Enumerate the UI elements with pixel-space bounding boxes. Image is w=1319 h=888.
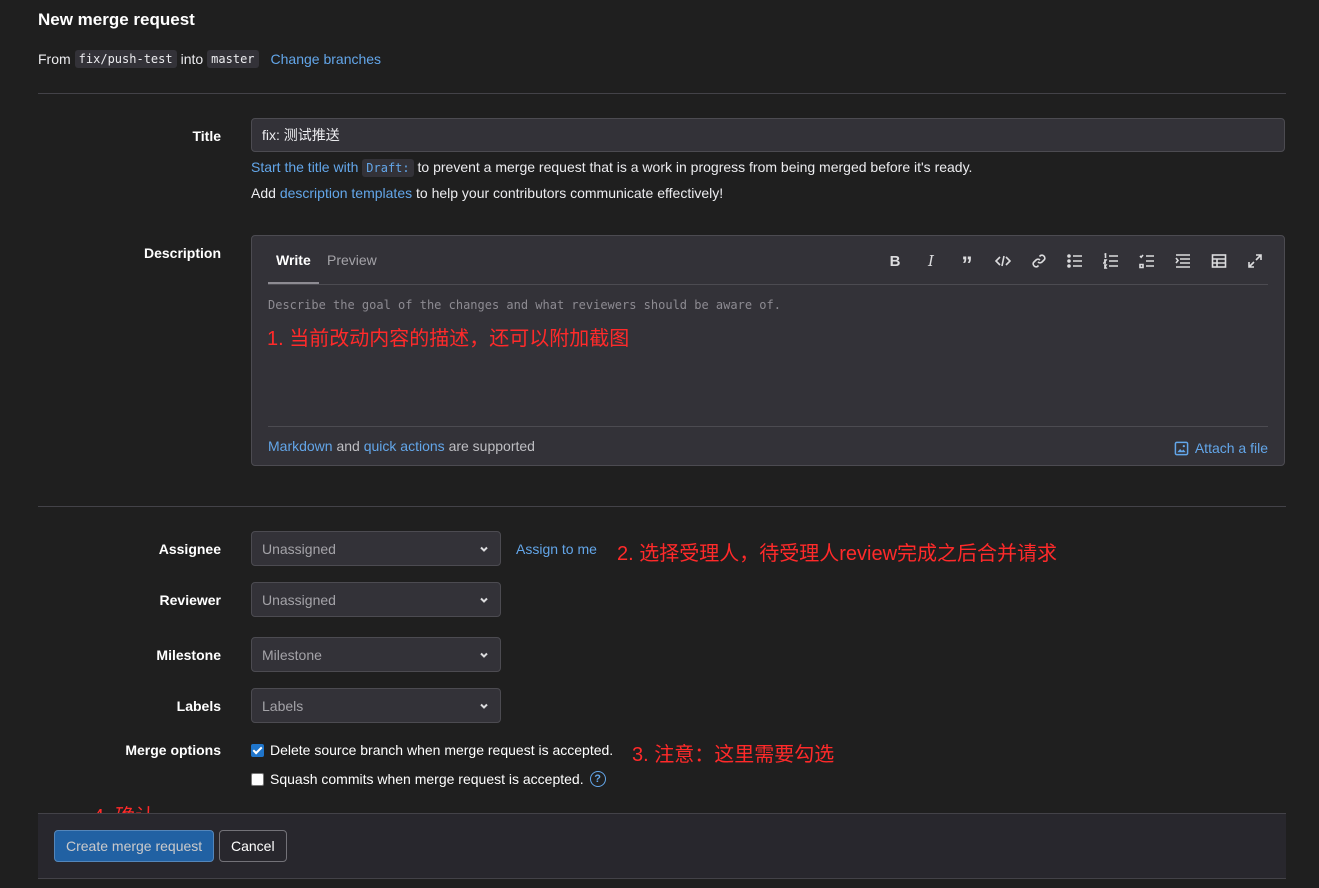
chevron-down-icon xyxy=(480,597,488,603)
labels-label: Labels xyxy=(176,698,221,714)
delete-source-checkbox[interactable] xyxy=(251,743,264,757)
description-templates-link[interactable]: description templates xyxy=(280,185,412,201)
draft-code: Draft: xyxy=(362,159,414,177)
assignee-value: Unassigned xyxy=(262,540,336,557)
from-label: From xyxy=(38,51,71,67)
footer-divider xyxy=(268,426,1268,427)
markdown-link[interactable]: Markdown xyxy=(268,438,333,454)
milestone-dropdown[interactable]: Milestone xyxy=(251,637,501,672)
tab-write[interactable]: Write xyxy=(276,252,311,268)
description-label: Description xyxy=(143,245,221,261)
target-branch: master xyxy=(207,50,259,68)
templates-prefix: Add xyxy=(251,185,276,201)
quote-icon[interactable]: ” xyxy=(955,250,979,276)
form-actions: Create merge request Cancel xyxy=(38,813,1286,879)
table-icon[interactable] xyxy=(1207,250,1231,272)
markdown-and: and xyxy=(336,438,360,454)
squash-text: Squash commits when merge request is acc… xyxy=(270,771,584,787)
change-branches-link[interactable]: Change branches xyxy=(271,51,382,67)
chevron-down-icon xyxy=(480,703,488,709)
italic-icon[interactable]: I xyxy=(919,250,943,272)
squash-option: Squash commits when merge request is acc… xyxy=(251,771,606,787)
delete-source-text: Delete source branch when merge request … xyxy=(270,742,614,758)
squash-checkbox[interactable] xyxy=(251,772,264,786)
into-label: into xyxy=(180,51,204,67)
quick-actions-link[interactable]: quick actions xyxy=(364,438,445,454)
labels-dropdown[interactable]: Labels xyxy=(251,688,501,723)
draft-help: Start the title with Draft: to prevent a… xyxy=(251,159,973,177)
milestone-value: Milestone xyxy=(262,646,322,663)
chevron-down-icon xyxy=(480,652,488,658)
merge-options-label: Merge options xyxy=(125,742,221,758)
assignee-label: Assignee xyxy=(158,541,221,557)
question-icon[interactable]: ? xyxy=(589,771,606,787)
templates-help: Add description templates to help your c… xyxy=(251,185,723,201)
divider xyxy=(38,506,1286,507)
templates-suffix: to help your contributors communicate ef… xyxy=(416,185,724,201)
toolbar-divider xyxy=(268,284,1268,285)
numbered-list-icon[interactable] xyxy=(1099,250,1123,272)
tab-preview[interactable]: Preview xyxy=(327,252,377,268)
fullscreen-icon[interactable] xyxy=(1243,250,1267,272)
assign-to-me-link[interactable]: Assign to me xyxy=(516,541,597,557)
reviewer-label: Reviewer xyxy=(159,592,221,608)
chevron-down-icon xyxy=(480,546,488,552)
annotation-3: 3. 注意：这里需要勾选 xyxy=(632,744,835,766)
title-input[interactable] xyxy=(251,118,1285,152)
collapsible-icon[interactable] xyxy=(1171,250,1195,272)
description-textarea[interactable]: Describe the goal of the changes and wha… xyxy=(268,298,781,312)
bullet-list-icon[interactable] xyxy=(1063,250,1087,272)
assignee-dropdown[interactable]: Unassigned xyxy=(251,531,501,566)
divider xyxy=(38,93,1286,94)
image-icon xyxy=(1174,441,1189,455)
draft-help-text: to prevent a merge request that is a wor… xyxy=(417,159,973,175)
reviewer-dropdown[interactable]: Unassigned xyxy=(251,582,501,617)
link-icon[interactable] xyxy=(1027,250,1051,272)
delete-source-option: Delete source branch when merge request … xyxy=(251,742,613,758)
page-title: New merge request xyxy=(38,10,195,29)
code-icon[interactable] xyxy=(991,250,1015,272)
markdown-hint: Markdown and quick actions are supported xyxy=(268,438,535,454)
labels-value: Labels xyxy=(262,697,304,714)
reviewer-value: Unassigned xyxy=(262,591,336,608)
markdown-suffix: are supported xyxy=(448,438,535,454)
title-label: Title xyxy=(192,128,221,144)
source-branch: fix/push-test xyxy=(74,50,177,68)
milestone-label: Milestone xyxy=(156,647,221,663)
annotation-2: 2. 选择受理人，待受理人review完成之后合并请求 xyxy=(617,543,1058,565)
annotation-1: 1. 当前改动内容的描述，还可以附加截图 xyxy=(267,328,630,350)
cancel-button[interactable]: Cancel xyxy=(219,830,287,862)
bold-icon[interactable]: B xyxy=(883,250,907,272)
branch-line: From fix/push-test into master Change br… xyxy=(38,50,381,68)
draft-help-link[interactable]: Start the title with xyxy=(251,159,358,175)
attach-file-label: Attach a file xyxy=(1194,440,1268,456)
attach-file-button[interactable]: Attach a file xyxy=(1174,440,1268,456)
create-merge-request-button[interactable]: Create merge request xyxy=(54,830,215,862)
task-list-icon[interactable] xyxy=(1135,250,1159,272)
